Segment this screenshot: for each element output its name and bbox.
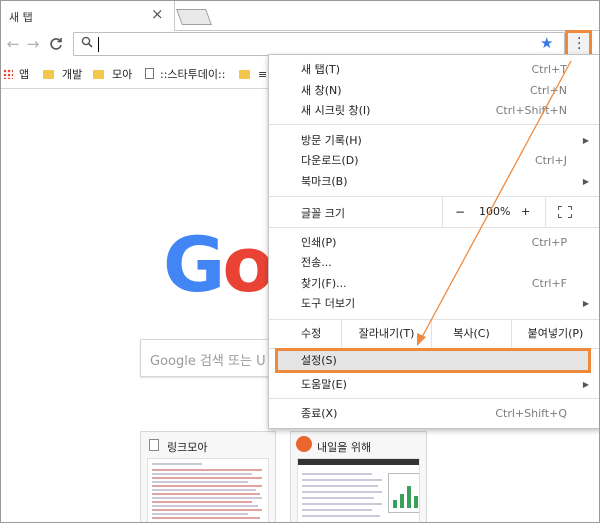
menu-item-help[interactable]: 도움말(E) ▶ [269, 375, 599, 395]
menu-shortcut: Ctrl+T [531, 63, 567, 76]
edit-label: 수정 [301, 327, 322, 340]
edit-row: 수정 잘라내기(T) 복사(C) 붙여넣기(P) [269, 320, 599, 348]
menu-item-bookmarks[interactable]: 북마크(B) ▶ [269, 172, 599, 192]
submenu-arrow-icon: ▶ [582, 380, 589, 389]
site-favicon [296, 436, 312, 452]
menu-item-label: 새 시크릿 창(I) [301, 104, 371, 117]
menu-shortcut: Ctrl+J [534, 154, 567, 167]
submenu-arrow-icon: ▶ [582, 136, 589, 145]
menu-item-cast[interactable]: 전송... [269, 253, 599, 273]
menu-item-label: 북마크(B) [301, 175, 348, 188]
bookmark-label: 모아 [112, 68, 133, 81]
page-icon [149, 439, 159, 451]
bookmark-folder-moa[interactable]: 모아 [93, 67, 132, 83]
most-visited-tile[interactable]: 링크모아 [140, 431, 276, 522]
menu-item-label: 종료(X) [301, 407, 338, 420]
menu-item-print[interactable]: 인쇄(P) Ctrl+P [269, 233, 599, 253]
fullscreen-button[interactable] [545, 197, 599, 227]
paste-button[interactable]: 붙여넣기(P) [511, 320, 599, 348]
bookmark-label: ::스타투데이:: [160, 68, 226, 81]
menu-separator [269, 124, 599, 125]
reload-icon[interactable] [46, 34, 66, 54]
zoom-out-button[interactable]: − [455, 205, 465, 219]
tile-title: 내일을 위해 [317, 441, 372, 454]
menu-shortcut: Ctrl+N [529, 84, 567, 97]
vertical-dots-icon: · · · [577, 31, 582, 57]
tile-title: 링크모아 [167, 441, 208, 454]
menu-item-label: 도움말(E) [301, 378, 347, 391]
menu-separator [269, 398, 599, 399]
new-tab-button[interactable] [176, 9, 212, 25]
text-cursor [98, 37, 99, 52]
copy-label: 복사(C) [453, 327, 490, 340]
folder-icon [43, 70, 54, 79]
bookmark-folder-dev[interactable]: 개발 [43, 67, 82, 83]
bookmark-label: 앱 [19, 68, 30, 81]
star-icon[interactable]: ★ [540, 34, 553, 52]
google-logo: Go [163, 220, 275, 309]
cut-label: 잘라내기(T) [358, 327, 415, 340]
folder-icon [93, 70, 104, 79]
menu-item-more-tools[interactable]: 도구 더보기 ▶ [269, 294, 599, 314]
tab-title: 새 탭 [9, 11, 33, 24]
menu-item-new-window[interactable]: 새 창(N) Ctrl+N [269, 81, 599, 101]
close-icon[interactable]: × [151, 6, 164, 22]
browser-window: 새 탭 × ← → ★ · · · 앱 개발 모아::스타투데이:: ≡ Go… [0, 0, 600, 523]
bookmark-startoday[interactable]: ::스타투데이:: [145, 67, 225, 83]
menu-item-settings[interactable]: 설정(S) [269, 351, 599, 371]
menu-item-find[interactable]: 찾기(F)... Ctrl+F [269, 274, 599, 294]
menu-shortcut: Ctrl+F [531, 277, 567, 290]
menu-item-label: 다운로드(D) [301, 154, 359, 167]
menu-shortcut: Ctrl+Shift+N [495, 104, 567, 117]
zoom-label: 글꼴 크기 [301, 207, 345, 220]
apps-grid-icon [3, 69, 13, 79]
folder-icon [239, 70, 250, 79]
page-icon [145, 68, 154, 79]
menu-shortcut: Ctrl+Shift+Q [495, 407, 567, 420]
menu-item-label: 찾기(F)... [301, 277, 347, 290]
menu-item-new-tab[interactable]: 새 탭(T) Ctrl+T [269, 60, 599, 80]
bookmark-label: ≡ [258, 68, 268, 81]
bookmark-apps[interactable]: 앱 [3, 67, 29, 83]
submenu-arrow-icon: ▶ [582, 177, 589, 186]
fullscreen-icon [558, 206, 572, 218]
tab-strip: 새 탭 × [1, 1, 599, 31]
menu-item-incognito[interactable]: 새 시크릿 창(I) Ctrl+Shift+N [269, 101, 599, 121]
tile-thumbnail [297, 458, 420, 522]
paste-label: 붙여넣기(P) [527, 327, 584, 340]
search-placeholder: Google 검색 또는 U [150, 354, 266, 369]
menu-item-label: 도구 더보기 [301, 297, 356, 310]
menu-shortcut: Ctrl+P [531, 236, 567, 249]
menu-item-label: 방문 기록(H) [301, 134, 362, 147]
menu-item-label: 인쇄(P) [301, 236, 337, 249]
chrome-menu: 새 탭(T) Ctrl+T 새 창(N) Ctrl+N 새 시크릿 창(I) C… [268, 54, 599, 429]
menu-item-label: 전송... [301, 256, 332, 269]
search-icon [81, 36, 93, 51]
arrow-left-icon[interactable]: ← [3, 34, 23, 54]
tile-thumbnail [147, 458, 269, 522]
menu-item-history[interactable]: 방문 기록(H) ▶ [269, 131, 599, 151]
menu-item-label: 새 창(N) [301, 84, 342, 97]
zoom-in-button[interactable]: + [521, 205, 530, 218]
most-visited-tile[interactable]: 내일을 위해 [290, 431, 427, 522]
submenu-arrow-icon: ▶ [582, 299, 589, 308]
address-bar[interactable]: ★ [73, 32, 565, 56]
tab-new-tab[interactable]: 새 탭 × [1, 1, 175, 31]
copy-button[interactable]: 복사(C) [431, 320, 511, 348]
zoom-level: 100% [479, 205, 511, 218]
menu-item-exit[interactable]: 종료(X) Ctrl+Shift+Q [269, 404, 599, 424]
menu-separator [269, 227, 599, 228]
menu-item-label: 새 탭(T) [301, 63, 341, 76]
menu-item-downloads[interactable]: 다운로드(D) Ctrl+J [269, 151, 599, 171]
bookmark-label: 개발 [62, 68, 83, 81]
zoom-row: 글꼴 크기 − 100% + [269, 197, 599, 227]
cut-button[interactable]: 잘라내기(T) [341, 320, 431, 348]
arrow-right-icon[interactable]: → [23, 34, 43, 54]
bookmark-folder-extra[interactable]: ≡ [239, 67, 267, 83]
menu-item-label: 설정(S) [301, 354, 337, 367]
